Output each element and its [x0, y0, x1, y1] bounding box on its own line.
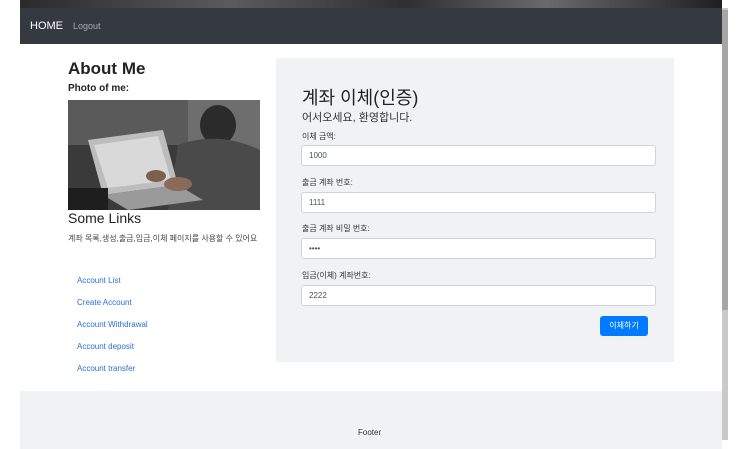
amount-label: 이체 금액: [302, 132, 336, 141]
navbar: HOME Logout [20, 8, 722, 44]
account-deposit-link[interactable]: Account deposit [77, 336, 148, 358]
sidebar-link-list: Account List Create Account Account With… [77, 270, 148, 380]
amount-input[interactable]: 1000 [301, 145, 656, 166]
create-account-link[interactable]: Create Account [77, 292, 148, 314]
account-list-link[interactable]: Account List [77, 270, 148, 292]
links-title: Some Links [68, 210, 142, 226]
about-section: About Me Photo of me: [68, 58, 268, 94]
withdraw-account-label: 출금 계좌 번호: [302, 178, 353, 187]
footer-text: Footer [358, 428, 382, 437]
about-title: About Me [68, 59, 146, 78]
footer [20, 391, 722, 449]
withdraw-password-input[interactable]: •••• [301, 238, 656, 259]
profile-photo [68, 100, 260, 210]
scrollbar-thumb[interactable] [722, 10, 728, 310]
transfer-submit-button[interactable]: 이체하기 [600, 316, 648, 336]
withdraw-password-label: 출금 계좌 비밀 번호: [302, 224, 370, 233]
deposit-account-label: 입금(이체) 계좌번호: [302, 271, 371, 280]
account-transfer-link[interactable]: Account transfer [77, 358, 148, 380]
account-withdrawal-link[interactable]: Account Withdrawal [77, 314, 148, 336]
deposit-account-input[interactable]: 2222 [301, 285, 656, 306]
header-image-strip [20, 0, 722, 8]
logout-link[interactable]: Logout [73, 21, 101, 31]
links-description: 계좌 목록,생성,출금,입금,이체 페이지를 사용할 수 있어요 [68, 234, 258, 243]
form-title: 계좌 이체(인증) [302, 88, 419, 108]
withdraw-account-input[interactable]: 1111 [301, 192, 656, 213]
form-subtitle: 어서오세요, 환영합니다. [302, 112, 413, 124]
photo-label: Photo of me: [68, 83, 130, 94]
home-link[interactable]: HOME [30, 20, 63, 32]
